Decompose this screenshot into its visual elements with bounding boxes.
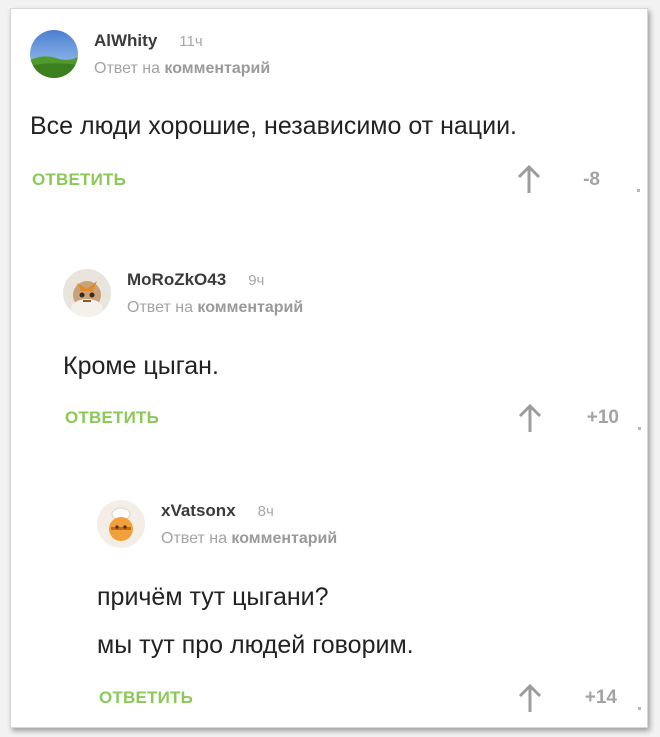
more-icon[interactable] [637, 189, 640, 192]
avatar[interactable] [97, 500, 145, 548]
reply-to-line: Ответ на комментарий [94, 60, 270, 78]
rating-value: +10 [586, 407, 619, 428]
parent-comment-link[interactable]: комментарий [197, 299, 303, 316]
comment-text: Кроме цыган. [63, 352, 219, 380]
reply-button[interactable]: ОТВЕТИТЬ [99, 688, 193, 708]
parent-comment-link[interactable]: комментарий [231, 530, 337, 547]
arrow-up-icon[interactable] [517, 402, 543, 434]
avatar[interactable] [63, 269, 111, 317]
reply-to-line: Ответ на комментарий [127, 299, 303, 317]
comment-time: 8ч [257, 503, 274, 520]
comment-header: xVatsonx 8ч [161, 501, 274, 521]
reply-to-line: Ответ на комментарий [161, 530, 337, 548]
reply-button[interactable]: ОТВЕТИТЬ [65, 408, 159, 428]
reply-prefix: Ответ на [127, 299, 193, 316]
more-icon[interactable] [638, 707, 641, 710]
avatar[interactable] [30, 30, 78, 78]
comment-header: AlWhity 11ч [94, 31, 203, 51]
comment-text: Все люди хорошие, независимо от нации. [30, 112, 517, 140]
reply-button[interactable]: ОТВЕТИТЬ [32, 170, 126, 190]
comment-text-line: причём тут цыгани? [97, 583, 329, 611]
username[interactable]: MoRoZkO43 [127, 270, 226, 289]
comment-header: MoRoZkO43 9ч [127, 270, 264, 290]
arrow-up-icon[interactable] [516, 163, 542, 195]
parent-comment-link[interactable]: комментарий [164, 60, 270, 77]
username[interactable]: AlWhity [94, 31, 157, 50]
comment-text-line: мы тут про людей говорим. [97, 631, 414, 659]
rating-value: +14 [584, 687, 617, 708]
reply-prefix: Ответ на [94, 60, 160, 77]
rating-value: -8 [583, 169, 600, 190]
comment-time: 11ч [179, 33, 203, 50]
username[interactable]: xVatsonx [161, 501, 236, 520]
arrow-up-icon[interactable] [517, 682, 543, 714]
comment-time: 9ч [248, 272, 265, 289]
more-icon[interactable] [638, 427, 641, 430]
reply-prefix: Ответ на [161, 530, 227, 547]
comment-thread: AlWhity 11ч Ответ на комментарий Все люди… [10, 8, 648, 728]
